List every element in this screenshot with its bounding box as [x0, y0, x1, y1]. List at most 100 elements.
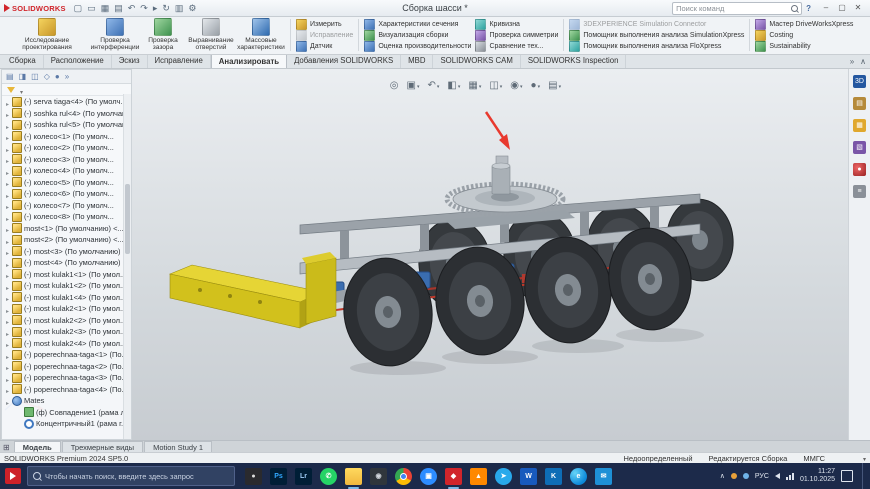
dimxpert-tab-icon[interactable]: ◇ — [44, 72, 50, 81]
start-button[interactable] — [5, 468, 21, 484]
hole-alignment-button[interactable]: Выравнивание отверстий — [187, 16, 235, 54]
zoom-area-icon[interactable]: ▣ — [407, 80, 420, 91]
feature-tree-item[interactable]: (-) poperechnaa-taga<4> (По... — [2, 384, 131, 396]
command-tab[interactable]: Расположение — [44, 54, 112, 68]
feature-tree-item[interactable]: (-) колесо<1> (По умолч... — [2, 131, 131, 143]
feature-tree-item[interactable]: (-) most kulak1<4> (По умол... — [2, 292, 131, 304]
display-style-icon[interactable]: ◫ — [489, 80, 502, 91]
floxpress-wizard-button[interactable]: Помощник выполнения анализа FloXpress — [569, 41, 744, 51]
options-icon[interactable]: ⚙ — [188, 1, 196, 15]
expand-arrow-icon[interactable] — [4, 269, 11, 281]
feature-tree-item[interactable]: (-) most<3> (По умолчанию) — [2, 246, 131, 258]
feature-tree-item[interactable]: Концентричный1 (рама г... — [2, 418, 131, 430]
feature-tree-item[interactable]: (-) poperechnaa-taga<1> (По... — [2, 349, 131, 361]
feature-tree-item[interactable]: most<2> (По умолчанию) <... — [2, 234, 131, 246]
displaymanager-tab-icon[interactable]: ● — [55, 72, 60, 81]
feature-tree-item[interactable]: (-) soshka rul<5> (По умолчани... — [2, 119, 131, 131]
feature-tree-item[interactable]: (-) most kulak2<2> (По умол... — [2, 315, 131, 327]
taskbar-app-camera[interactable]: ◉ — [370, 468, 387, 485]
view-orientation-icon[interactable]: ▦ — [468, 80, 481, 91]
3dexperience-simulation-button[interactable]: 3DEXPERIENCE Simulation Connector — [569, 19, 744, 29]
expand-arrow-icon[interactable] — [4, 108, 11, 120]
assembly-visualization-button[interactable]: Визуализация сборки — [364, 30, 471, 40]
driveworksxpress-wizard-button[interactable]: Мастер DriveWorksXpress — [755, 19, 853, 29]
feature-tree-item[interactable]: (-) most kulak1<1> (По умол... — [2, 269, 131, 281]
tray-app-icon[interactable] — [731, 473, 737, 479]
taskbar-app-photoshop[interactable]: Ps — [270, 468, 287, 485]
expand-arrow-icon[interactable] — [4, 303, 11, 315]
zoom-fit-icon[interactable]: ◎ — [390, 80, 399, 91]
feature-tree-item[interactable]: Mates — [2, 395, 131, 407]
configurationmanager-tab-icon[interactable]: ◫ — [31, 72, 39, 81]
feature-tree-item[interactable]: (-) most kulak2<1> (По умол... — [2, 303, 131, 315]
tray-app-icon[interactable] — [743, 473, 749, 479]
action-center-icon[interactable] — [841, 470, 853, 482]
feature-tree-item[interactable]: (-) serva tiaga<4> (По умолч... — [2, 96, 131, 108]
tree-scrollbar[interactable] — [123, 94, 131, 439]
tree-scrollbar-thumb[interactable] — [125, 184, 130, 254]
view-palette-icon[interactable]: ▧ — [853, 141, 866, 154]
expand-arrow-icon[interactable] — [4, 200, 11, 212]
command-tab[interactable]: MBD — [401, 54, 433, 68]
feature-tree-item[interactable]: most<1> (По умолчанию) <... — [2, 223, 131, 235]
command-tab[interactable]: Добавления SOLIDWORKS — [287, 54, 401, 68]
hide-show-items-icon[interactable]: ◉ — [510, 80, 522, 91]
expand-arrow-icon[interactable] — [4, 384, 11, 396]
filter-options-icon[interactable] — [20, 81, 23, 99]
clearance-check-button[interactable]: Проверка зазора — [139, 16, 187, 54]
custom-properties-icon[interactable]: ≡ — [853, 185, 866, 198]
taskbar-app-mail[interactable]: ✉ — [595, 468, 612, 485]
feature-tree-item[interactable]: (-) колесо<2> (По умолч... — [2, 142, 131, 154]
expand-arrow-icon[interactable] — [4, 211, 11, 223]
taskbar-app-vlc[interactable]: ▲ — [470, 468, 487, 485]
symmetry-check-button[interactable]: Проверка симметрии — [475, 30, 558, 40]
expand-arrow-icon[interactable] — [4, 395, 11, 407]
file-properties-icon[interactable]: ▥ — [175, 1, 184, 15]
feature-tree-item[interactable]: (-) poperechnaa-taga<2> (По... — [2, 361, 131, 373]
taskbar-app-chrome[interactable] — [395, 468, 412, 485]
taskbar-search-input[interactable]: Чтобы начать поиск, введите здесь запрос — [27, 466, 235, 486]
taskbar-app-media[interactable]: ● — [245, 468, 262, 485]
expand-arrow-icon[interactable] — [4, 292, 11, 304]
filter-icon[interactable] — [7, 87, 15, 93]
maximize-button[interactable]: ▢ — [834, 1, 850, 15]
feature-tree-item[interactable]: (-) колесо<7> (По умолч... — [2, 200, 131, 212]
minimize-button[interactable]: – — [818, 1, 834, 15]
scene-icon[interactable]: ▤ — [548, 80, 561, 91]
command-tab[interactable]: SOLIDWORKS Inspection — [521, 54, 627, 68]
command-tab[interactable]: Анализировать — [211, 54, 287, 68]
feature-tree-item[interactable]: (-) колесо<3> (По умолч... — [2, 154, 131, 166]
network-icon[interactable] — [786, 473, 794, 480]
taskbar-app-lightroom[interactable]: Lr — [295, 468, 312, 485]
help-icon[interactable]: ? — [806, 4, 811, 13]
expand-arrow-icon[interactable] — [4, 280, 11, 292]
previous-view-icon[interactable]: ↶ — [427, 80, 439, 91]
feature-tree-item[interactable]: (-) most kulak2<3> (По умол... — [2, 326, 131, 338]
feature-tree-item[interactable]: (-) most kulak2<4> (По умол... — [2, 338, 131, 350]
taskbar-app-telegram[interactable]: ➤ — [495, 468, 512, 485]
measure-button[interactable]: Измерить — [296, 19, 353, 29]
repair-button[interactable]: Исправление — [296, 30, 353, 40]
collapse-commandmanager-icon[interactable]: ∧ — [860, 57, 866, 66]
design-library-icon[interactable]: ▤ — [853, 97, 866, 110]
costing-button[interactable]: Costing — [755, 30, 853, 40]
curvature-button[interactable]: Кривизна — [475, 19, 558, 29]
expand-arrow-icon[interactable] — [4, 96, 11, 108]
feature-tree-item[interactable]: (-) soshka rul<4> (По умолчани... — [2, 108, 131, 120]
units-dropdown-icon[interactable] — [863, 454, 866, 463]
expand-arrow-icon[interactable] — [4, 326, 11, 338]
feature-tree-item[interactable]: (-) колесо<4> (По умолч... — [2, 165, 131, 177]
feature-tree-item[interactable]: (-) колесо<8> (По умолч... — [2, 211, 131, 223]
taskbar-app-word[interactable]: W — [520, 468, 537, 485]
new-file-icon[interactable]: ▢ — [74, 1, 83, 15]
simulationxpress-wizard-button[interactable]: Помощник выполнения анализа SimulationXp… — [569, 30, 744, 40]
pin-commandmanager-icon[interactable]: » — [850, 57, 854, 66]
more-tabs-icon[interactable]: » — [65, 72, 69, 81]
section-view-icon[interactable]: ◧ — [447, 80, 460, 91]
tray-expand-icon[interactable] — [720, 472, 725, 480]
save-icon[interactable]: ▦ — [101, 1, 110, 15]
expand-arrow-icon[interactable] — [4, 188, 11, 200]
sensor-button[interactable]: Датчик — [296, 41, 353, 51]
feature-tree-item[interactable]: (-) колесо<5> (По умолч... — [2, 177, 131, 189]
expand-arrow-icon[interactable] — [4, 177, 11, 189]
